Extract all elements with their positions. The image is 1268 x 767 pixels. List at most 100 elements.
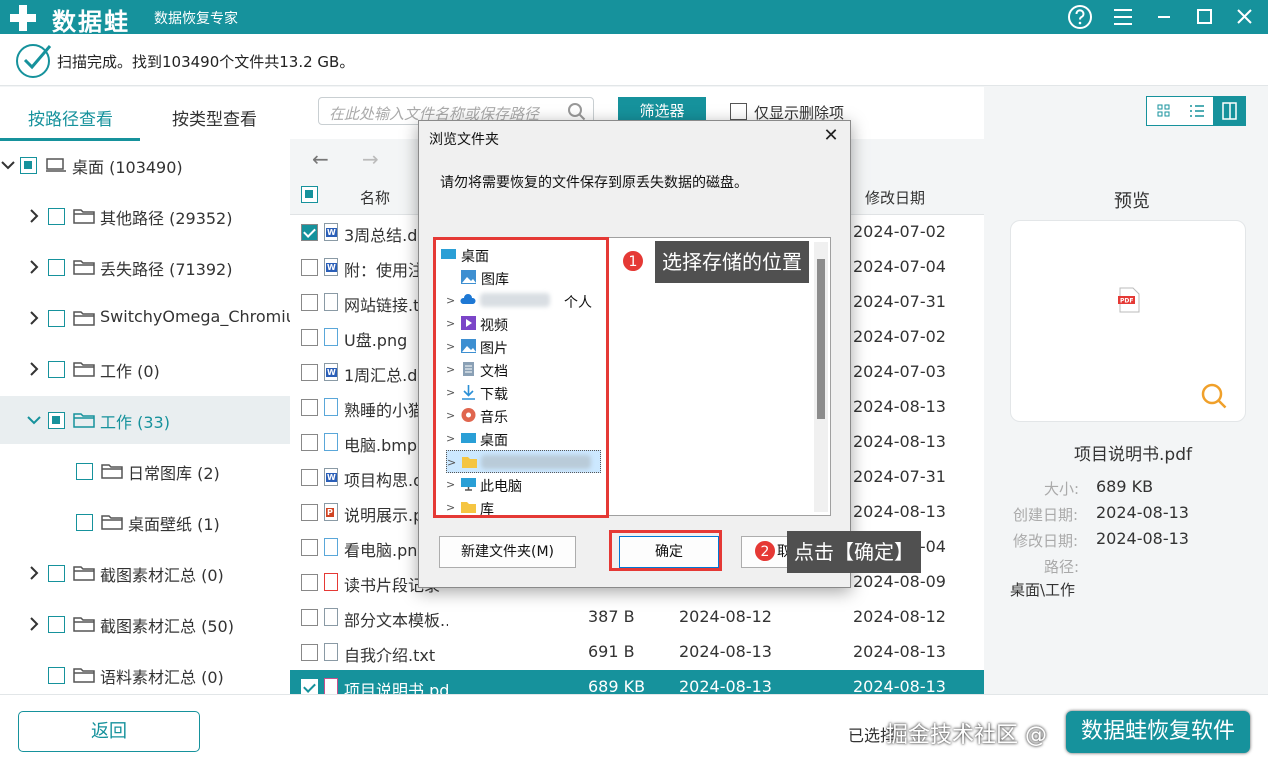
minimize-icon[interactable] <box>1149 2 1179 32</box>
deleted-only-checkbox[interactable] <box>730 103 747 120</box>
path-label: 路径: <box>1044 558 1080 576</box>
file-checkbox[interactable] <box>301 329 318 346</box>
file-checkbox[interactable] <box>301 469 318 486</box>
list-view-icon[interactable] <box>1180 97 1213 125</box>
file-modified: 2024-07-03 <box>853 362 946 381</box>
new-folder-button[interactable]: 新建文件夹(M) <box>439 536 576 568</box>
zoom-icon[interactable] <box>1199 381 1229 411</box>
folder-icon <box>73 668 95 683</box>
tree-checkbox[interactable] <box>76 514 93 531</box>
search-icon[interactable] <box>567 102 587 122</box>
chevron-down-icon[interactable] <box>26 412 42 428</box>
tree-checkbox[interactable] <box>48 310 65 327</box>
folder-icon <box>73 566 95 581</box>
drive-icon <box>46 158 66 172</box>
close-icon[interactable] <box>1229 2 1259 32</box>
tree-item-screenshots-50[interactable]: 截图素材汇总 (50) <box>0 600 290 648</box>
tree-item-other-paths[interactable]: 其他路径 (29352) <box>0 192 290 240</box>
tree-item-screenshots-0[interactable]: 截图素材汇总 (0) <box>0 549 290 597</box>
forward-arrow-icon[interactable]: → <box>362 147 379 171</box>
chevron-right-icon[interactable] <box>26 310 42 326</box>
tree-item-label: 桌面壁纸 (1) <box>128 515 220 534</box>
grid-view-icon[interactable] <box>1147 97 1180 125</box>
file-modified: 2024-08-13 <box>853 502 946 521</box>
tree-checkbox[interactable] <box>48 565 65 582</box>
tree-checkbox[interactable] <box>48 412 65 429</box>
tab-by-type[interactable]: 按类型查看 <box>172 105 257 130</box>
tree-item-label: 桌面 (103490) <box>72 158 183 177</box>
tree-item-desktop[interactable]: 桌面 (103490) <box>0 141 290 189</box>
file-checkbox[interactable] <box>301 259 318 276</box>
chevron-right-icon[interactable] <box>26 361 42 377</box>
file-checkbox[interactable] <box>301 539 318 556</box>
file-checkbox[interactable] <box>301 224 318 241</box>
file-type-letter: W <box>326 263 337 272</box>
file-row[interactable]: 自我介绍.txt 691 B 2024-08-13 2024-08-13 <box>290 635 984 670</box>
view-toggle-group <box>1146 96 1246 126</box>
tree-item-corpus[interactable]: 语料素材汇总 (0) <box>0 651 290 694</box>
file-modified: 2024-08-13 <box>853 432 946 451</box>
tree-item-work-0[interactable]: 工作 (0) <box>0 345 290 393</box>
step-2-badge: 2 <box>754 540 776 562</box>
maximize-icon[interactable] <box>1189 2 1219 32</box>
file-row[interactable]: 部分文本模板... 387 B 2024-08-12 2024-08-12 <box>290 600 984 635</box>
file-checkbox[interactable] <box>301 434 318 451</box>
file-checkbox[interactable] <box>301 609 318 626</box>
tree-item-label: 工作 (0) <box>100 362 160 381</box>
file-size: 691 B <box>588 642 635 661</box>
highlight-folder-tree <box>433 237 609 518</box>
menu-icon[interactable] <box>1108 2 1138 32</box>
preview-file-name: 项目说明书.pdf <box>1074 445 1192 465</box>
chevron-right-icon[interactable] <box>26 565 42 581</box>
tree-item-label: 其他路径 (29352) <box>100 209 233 228</box>
tree-item-work-33[interactable]: 工作 (33) <box>0 396 290 444</box>
watermark-text: 掘金技术社区 @ <box>886 723 1047 748</box>
column-modified[interactable]: 修改日期 <box>865 187 925 208</box>
column-name[interactable]: 名称 <box>360 187 390 208</box>
tree-checkbox[interactable] <box>20 157 37 174</box>
tree-item-label: 截图素材汇总 (0) <box>100 566 224 585</box>
sidebar: 按路径查看 按类型查看 桌面 (103490) 其他路径 (29352) 丢失路… <box>0 87 290 694</box>
file-checkbox[interactable] <box>301 574 318 591</box>
tree-checkbox[interactable] <box>48 616 65 633</box>
tab-by-path[interactable]: 按路径查看 <box>28 105 113 130</box>
tree-item-desktop-wallpaper[interactable]: 桌面壁纸 (1) <box>0 498 290 546</box>
scroll-thumb[interactable] <box>817 259 825 419</box>
step-1-callout: 选择存储的位置 <box>655 241 809 283</box>
select-all-checkbox[interactable] <box>301 186 318 203</box>
file-checkbox[interactable] <box>301 399 318 416</box>
tree-checkbox[interactable] <box>48 259 65 276</box>
help-icon[interactable] <box>1065 2 1095 32</box>
tree-checkbox[interactable] <box>48 361 65 378</box>
tree-item-label: 语料素材汇总 (0) <box>100 668 224 687</box>
back-button[interactable]: 返回 <box>18 711 200 752</box>
tree-checkbox[interactable] <box>48 208 65 225</box>
file-checkbox[interactable] <box>301 644 318 661</box>
tree-checkbox[interactable] <box>76 463 93 480</box>
chevron-right-icon[interactable] <box>26 208 42 224</box>
file-created: 2024-08-12 <box>679 607 772 626</box>
file-checkbox[interactable] <box>301 504 318 521</box>
file-created: 2024-08-13 <box>679 642 772 661</box>
back-arrow-icon[interactable]: ← <box>312 147 329 171</box>
file-type-icon <box>324 328 338 346</box>
dialog-close-icon[interactable]: ✕ <box>818 125 844 149</box>
file-type-icon <box>324 293 338 311</box>
folder-tree-scrollbar[interactable] <box>814 242 828 512</box>
file-modified: 2024-07-31 <box>853 292 946 311</box>
tree-item-label: 日常图库 (2) <box>128 464 220 483</box>
file-checkbox[interactable] <box>301 294 318 311</box>
file-checkbox[interactable] <box>301 364 318 381</box>
pdf-file-icon: PDF <box>1118 287 1140 313</box>
title-bar: 数据蛙 数据恢复专家 <box>0 0 1268 36</box>
chevron-right-icon[interactable] <box>26 616 42 632</box>
tree-item-switchyomega[interactable]: SwitchyOmega_Chromium <box>0 294 290 342</box>
recover-button[interactable]: 数据蛙恢复软件 <box>1066 711 1250 753</box>
tree-item-lost-paths[interactable]: 丢失路径 (71392) <box>0 243 290 291</box>
tree-checkbox[interactable] <box>48 667 65 684</box>
chevron-right-icon[interactable] <box>26 259 42 275</box>
chevron-down-icon[interactable] <box>0 157 16 173</box>
svg-text:PDF: PDF <box>1120 298 1133 305</box>
tree-item-daily-gallery[interactable]: 日常图库 (2) <box>0 447 290 495</box>
preview-view-icon[interactable] <box>1213 97 1246 125</box>
